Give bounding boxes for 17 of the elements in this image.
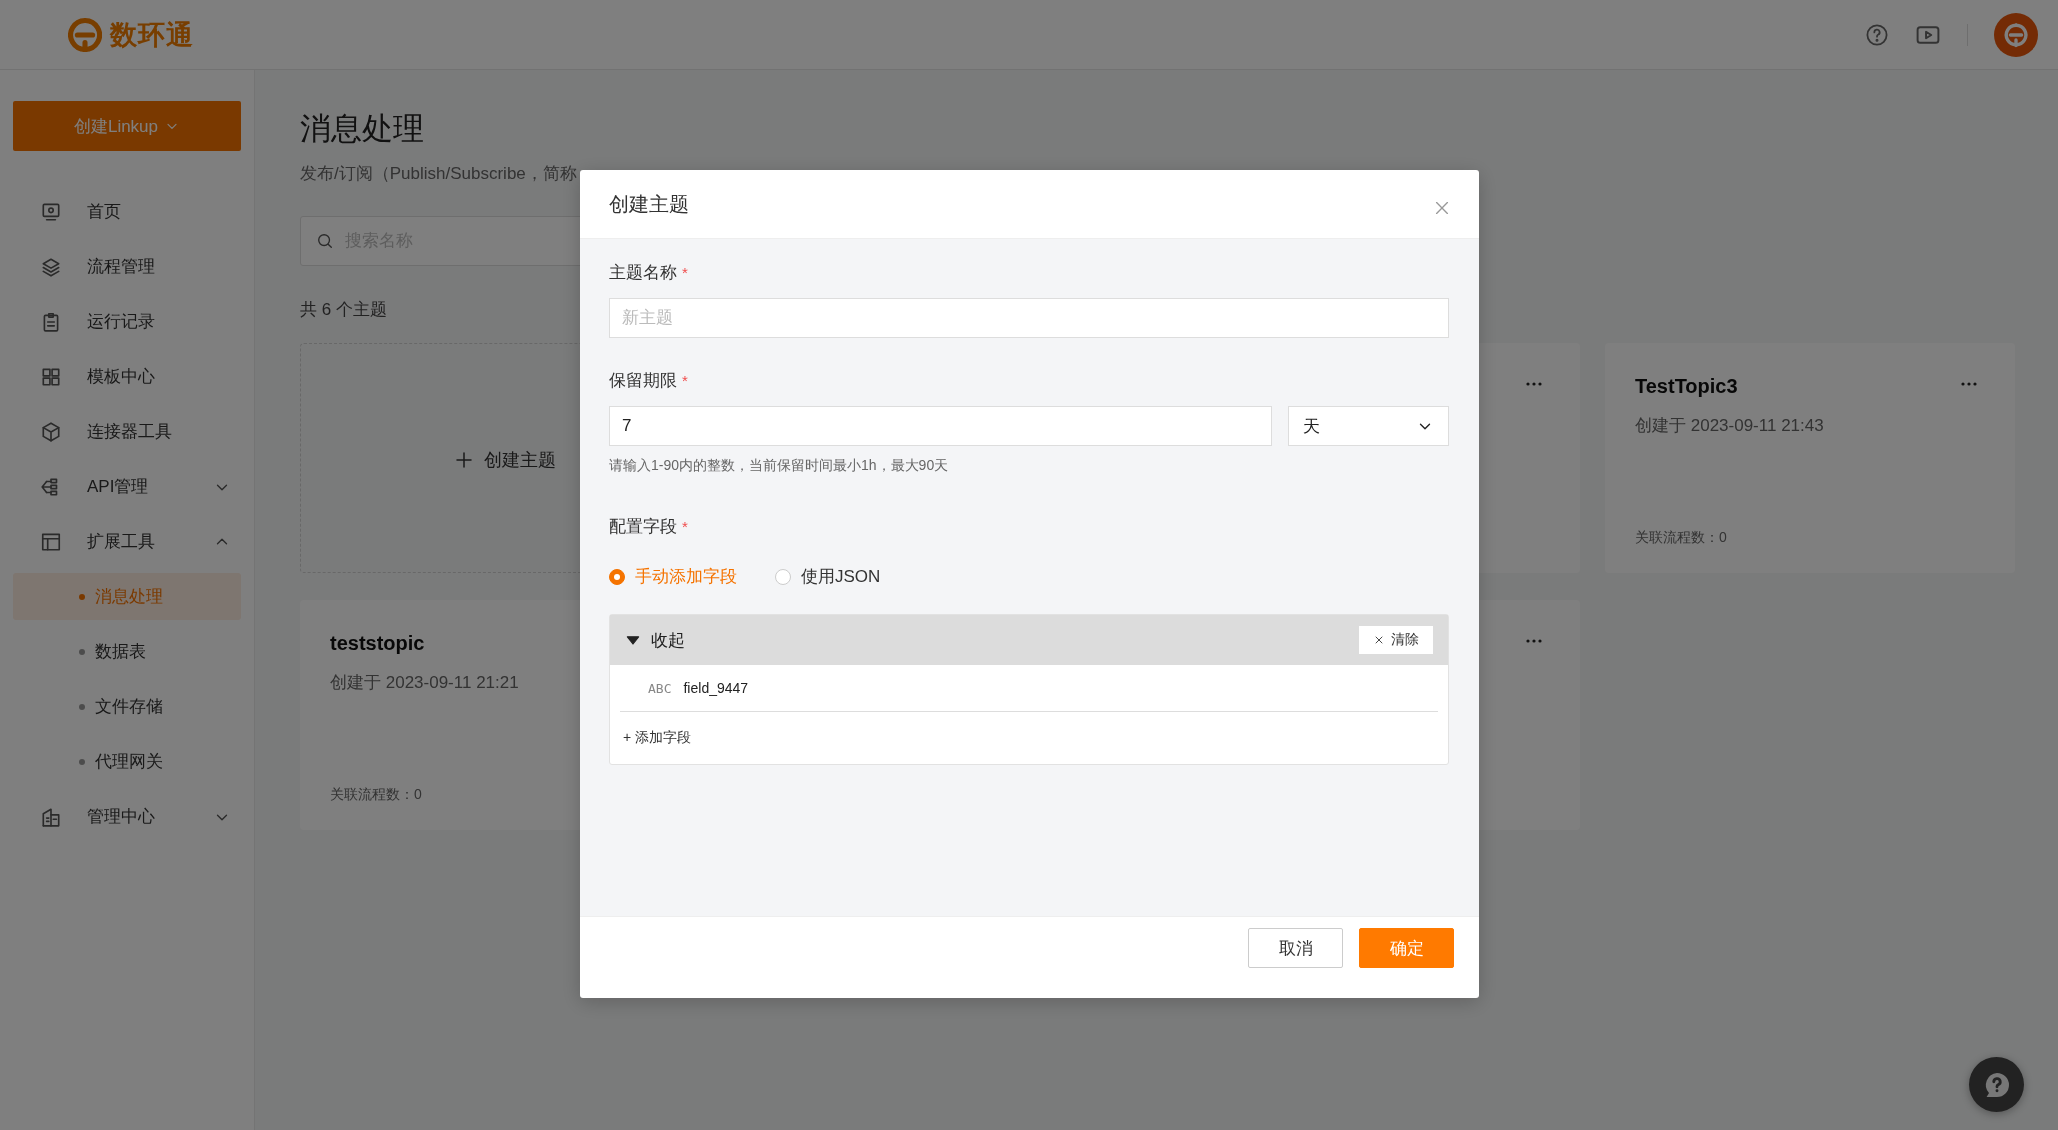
required-mark: * [682, 372, 688, 389]
topic-count: 共 6 个主题 [300, 299, 387, 321]
topic-title: teststopic [330, 631, 425, 655]
brand-name: 数环通 [110, 18, 194, 52]
page-title: 消息处理 [300, 110, 424, 148]
required-mark: * [682, 518, 688, 535]
field-type: ABC [648, 680, 672, 696]
field-label: 配置字段 [609, 516, 677, 538]
created-time: 创建于 2023-09-11 21:43 [1635, 415, 1824, 437]
created-time: 创建于 2023-09-11 21:21 [330, 672, 519, 694]
topic-title: TestTopic3 [1635, 374, 1738, 398]
required-mark: * [682, 264, 688, 281]
flow-count: 关联流程数：0 [330, 786, 422, 804]
flow-count: 关联流程数：0 [1635, 529, 1727, 547]
field-label: 保留期限 [609, 370, 677, 392]
page-description: 发布/订阅（Publish/Subscribe，简称 [300, 163, 577, 185]
dialog-title: 创建主题 [609, 191, 689, 217]
